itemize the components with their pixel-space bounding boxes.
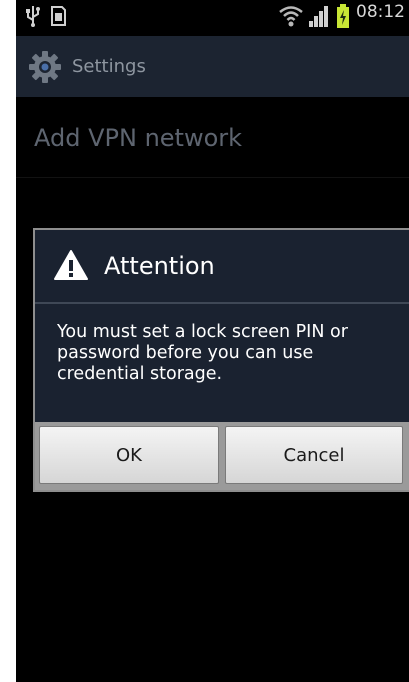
action-bar-title: Settings — [72, 56, 146, 77]
dialog-message: You must set a lock screen PIN or passwo… — [57, 322, 348, 384]
status-time: 08:12 — [356, 2, 405, 22]
dialog-button-bar: OK Cancel — [35, 422, 409, 490]
action-bar: Settings — [16, 36, 409, 97]
gear-icon[interactable] — [28, 50, 62, 84]
dialog-title-divider — [35, 302, 409, 304]
battery-charging-icon — [337, 4, 349, 28]
dialog-body: Attention You must set a lock screen PIN… — [35, 230, 409, 422]
status-bar: 08:12 — [16, 0, 409, 36]
heading-divider — [16, 177, 409, 178]
sd-card-icon — [51, 6, 66, 26]
ok-button[interactable]: OK — [39, 426, 219, 484]
signal-icon — [309, 6, 328, 27]
alert-dialog: Attention You must set a lock screen PIN… — [33, 228, 409, 492]
phone-screen: 08:12 Settings Add VPN network Attention… — [16, 0, 409, 682]
page-heading: Add VPN network — [34, 124, 243, 152]
dialog-title: Attention — [104, 252, 215, 280]
usb-icon — [26, 6, 40, 27]
cancel-button[interactable]: Cancel — [225, 426, 403, 484]
dialog-title-row: Attention — [35, 230, 409, 302]
warning-icon — [54, 250, 88, 280]
wifi-icon — [279, 6, 303, 27]
